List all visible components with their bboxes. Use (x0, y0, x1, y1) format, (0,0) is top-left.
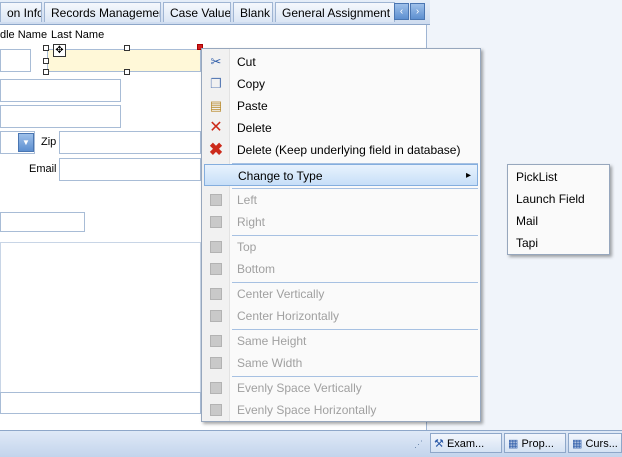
bottom-bar: ⋰ ⚒ Exam... ▦ Prop... ▦ Curs... (0, 430, 622, 457)
same-height-icon (206, 333, 226, 349)
tab-prev-button[interactable]: ‹ (394, 3, 409, 20)
submenu-item-mail[interactable]: Mail (516, 210, 538, 232)
address-field-2[interactable] (0, 105, 121, 128)
tab-blank[interactable]: Blank (233, 2, 273, 22)
menu-item-align-bottom[interactable]: Bottom (204, 258, 478, 280)
menu-item-evenly-space-horizontally[interactable]: Evenly Space Horizontally (204, 399, 478, 421)
tab-label: Exam... (446, 438, 485, 450)
menu-item-label: Change to Type (238, 169, 323, 183)
menu-item-label: Same Height (237, 334, 307, 348)
resize-handle[interactable] (43, 45, 49, 51)
notes-area[interactable] (0, 242, 201, 412)
resize-handle[interactable] (43, 58, 49, 64)
resize-handle[interactable] (43, 69, 49, 75)
change-to-type-submenu: PickList Launch Field Mail Tapi (507, 164, 610, 255)
menu-item-delete[interactable]: ✕ Delete (204, 117, 478, 139)
menu-item-label: Delete (Keep underlying field in databas… (237, 143, 461, 157)
copy-icon: ❐ (210, 76, 222, 91)
menu-item-same-width[interactable]: Same Width (204, 352, 478, 374)
menu-item-copy[interactable]: ❐ Copy (204, 73, 478, 95)
tab-properties[interactable]: ▦ Prop... (504, 433, 566, 453)
center-vertical-icon (206, 286, 226, 302)
align-left-icon (206, 192, 226, 208)
tab-general-assignment[interactable]: General Assignment Inf (275, 2, 395, 22)
bottom-field[interactable] (0, 392, 201, 414)
same-width-icon (206, 355, 226, 371)
menu-item-label: Cut (237, 55, 256, 69)
menu-item-label: Bottom (237, 262, 276, 276)
menu-item-same-height[interactable]: Same Height (204, 330, 478, 352)
menu-item-paste[interactable]: ▤ Paste (204, 95, 478, 117)
move-handle-icon[interactable]: ✥ (53, 44, 66, 57)
tab-cursor[interactable]: ▦ Curs... (568, 433, 622, 453)
last-name-label: Last Name (51, 29, 105, 41)
email-label: Email (29, 163, 57, 175)
delete-x-icon: ✕ (209, 119, 223, 136)
middle-name-label: dle Name (0, 29, 48, 41)
cursor-icon: ▦ (572, 438, 583, 450)
delete-red-x-icon: ✖ (208, 140, 224, 159)
menu-item-evenly-space-vertically[interactable]: Evenly Space Vertically (204, 377, 478, 399)
zip-label: Zip (41, 136, 57, 148)
resize-handle[interactable] (124, 69, 130, 75)
properties-icon: ▦ (508, 438, 519, 450)
space-vertical-icon (206, 380, 226, 396)
menu-item-center-horizontally[interactable]: Center Horizontally (204, 305, 478, 327)
menu-item-label: Right (237, 215, 266, 229)
menu-item-label: Same Width (237, 356, 303, 370)
tab-label: Prop... (521, 438, 554, 450)
submenu-arrow-icon: ▸ (465, 170, 471, 181)
align-bottom-icon (206, 261, 226, 277)
tab-strip: on Info Records Management Case Value Bl… (0, 0, 430, 25)
tab-case-value[interactable]: Case Value (163, 2, 231, 22)
menu-item-label: Paste (237, 99, 268, 113)
menu-item-label: Center Vertically (237, 287, 325, 301)
menu-item-label: Delete (237, 121, 272, 135)
menu-item-align-right[interactable]: Right (204, 211, 478, 233)
submenu-item-tapi[interactable]: Tapi (516, 232, 538, 254)
tab-records-management[interactable]: Records Management (44, 2, 161, 22)
menu-item-align-left[interactable]: Left (204, 189, 478, 211)
menu-item-delete-keep-field[interactable]: ✖ Delete (Keep underlying field in datab… (204, 139, 478, 161)
tab-next-button[interactable]: › (410, 3, 425, 20)
menu-item-label: Evenly Space Horizontally (237, 403, 377, 417)
menu-item-label: Left (237, 193, 258, 207)
space-horizontal-icon (206, 402, 226, 418)
tab-label: Curs... (585, 438, 618, 450)
middle-name-field[interactable] (0, 49, 31, 72)
email-field[interactable] (59, 158, 201, 181)
small-field[interactable] (0, 212, 85, 232)
address-field-1[interactable] (0, 79, 121, 102)
menu-item-change-to-type[interactable]: Change to Type ▸ (204, 164, 478, 186)
tab-contact-info[interactable]: on Info (0, 2, 42, 22)
paste-icon: ▤ (209, 98, 223, 113)
resize-grip-icon[interactable]: ⋰ (414, 439, 423, 450)
zip-field[interactable] (59, 131, 201, 154)
menu-item-label: Copy (237, 77, 266, 91)
menu-item-cut[interactable]: ✂ Cut (204, 51, 478, 73)
menu-item-label: Center Horizontally (237, 309, 340, 323)
menu-item-center-vertically[interactable]: Center Vertically (204, 283, 478, 305)
tab-examples[interactable]: ⚒ Exam... (430, 433, 502, 453)
tools-icon: ⚒ (434, 438, 444, 450)
menu-item-label: Top (237, 240, 257, 254)
context-menu: ✂ Cut ❐ Copy ▤ Paste ✕ Delete ✖ Delete (… (201, 48, 481, 422)
scissors-icon: ✂ (210, 54, 222, 69)
center-horizontal-icon (206, 308, 226, 324)
align-top-icon (206, 239, 226, 255)
chevron-down-icon[interactable]: ▼ (18, 133, 34, 152)
align-right-icon (206, 214, 226, 230)
menu-item-align-top[interactable]: Top (204, 236, 478, 258)
menu-item-label: Evenly Space Vertically (237, 381, 362, 395)
submenu-item-picklist[interactable]: PickList (516, 166, 557, 188)
resize-handle[interactable] (124, 45, 130, 51)
submenu-item-launch-field[interactable]: Launch Field (516, 188, 585, 210)
